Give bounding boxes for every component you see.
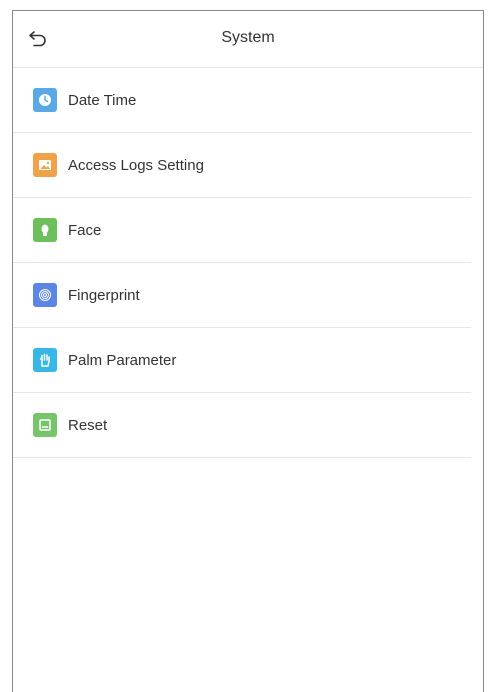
system-screen: System Date Time Access Logs Setting Fac… (12, 10, 484, 692)
page-title: System (221, 29, 275, 46)
menu-item-fingerprint[interactable]: Fingerprint (13, 263, 471, 328)
menu-item-face[interactable]: Face (13, 198, 471, 263)
menu-item-label: Access Logs Setting (68, 156, 204, 174)
menu-item-label: Fingerprint (68, 286, 140, 304)
menu-item-palm-parameter[interactable]: Palm Parameter (13, 328, 471, 393)
menu-item-access-logs-setting[interactable]: Access Logs Setting (13, 133, 471, 198)
fingerprint-icon (33, 283, 57, 307)
menu-item-label: Palm Parameter (68, 351, 177, 369)
reset-icon (33, 413, 57, 437)
image-icon (33, 153, 57, 177)
menu-item-label: Reset (68, 416, 108, 434)
menu-item-date-time[interactable]: Date Time (13, 68, 471, 133)
empty-area (13, 458, 483, 668)
menu-list: Date Time Access Logs Setting Face Finge… (13, 68, 483, 458)
menu-item-label: Face (68, 221, 102, 239)
header-bar: System (13, 11, 483, 68)
menu-item-label: Date Time (68, 91, 137, 109)
palm-icon (33, 348, 57, 372)
menu-item-reset[interactable]: Reset (13, 393, 471, 458)
face-icon (33, 218, 57, 242)
clock-icon (33, 88, 57, 112)
